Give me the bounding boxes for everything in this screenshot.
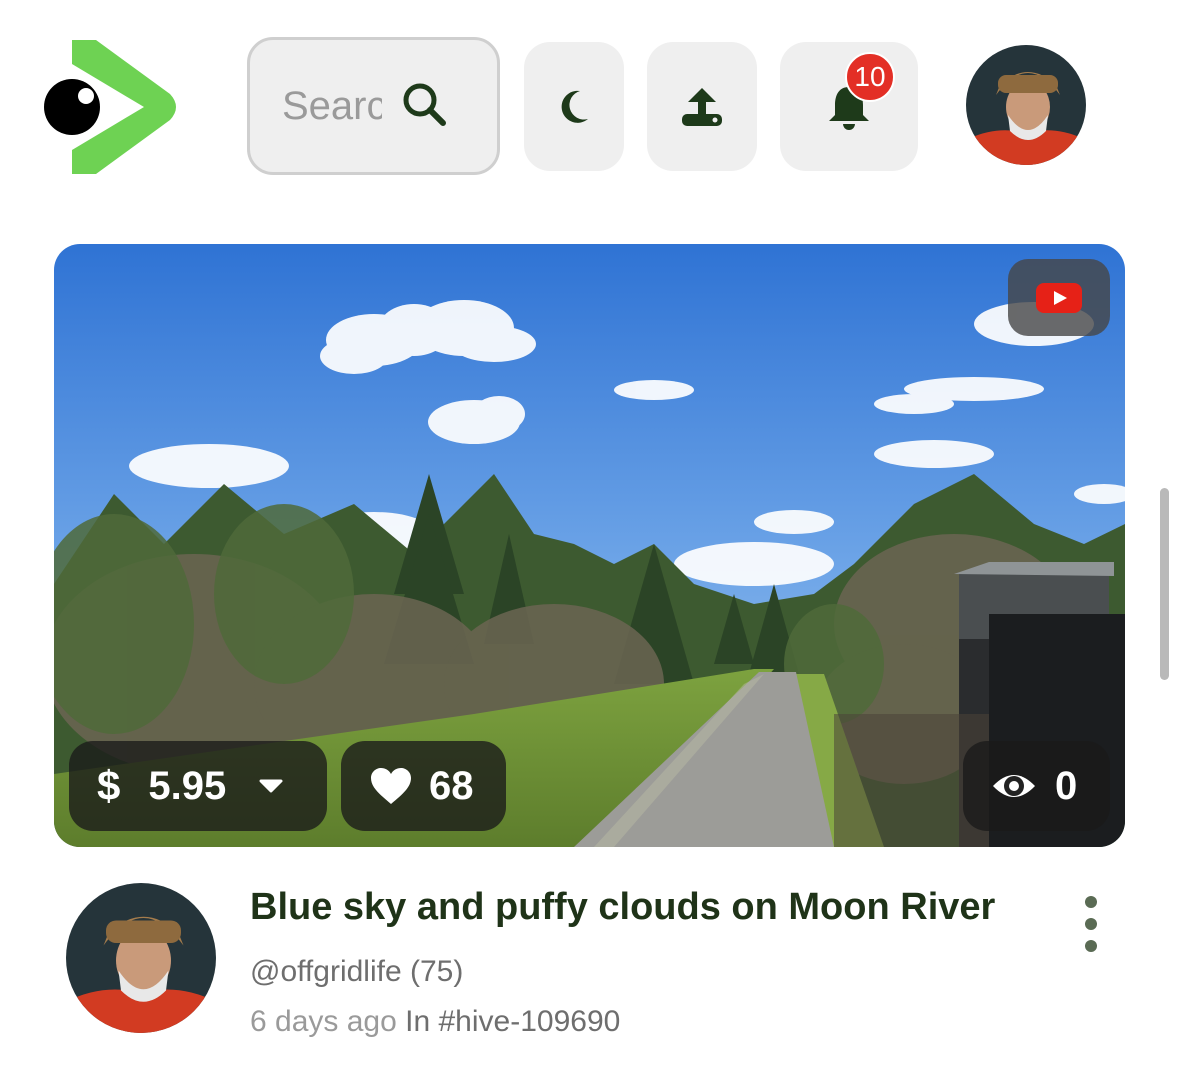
scrollbar[interactable]	[1160, 488, 1169, 680]
author-reputation: (75)	[409, 955, 464, 988]
more-vertical-icon	[1085, 896, 1097, 908]
upload-icon	[682, 87, 722, 126]
views-pill: 0	[963, 741, 1110, 831]
payout-currency: $	[97, 762, 121, 809]
youtube-source-badge[interactable]	[1008, 259, 1110, 336]
post-meta: 6 days ago In #hive-109690	[250, 1005, 620, 1039]
in-label: In	[405, 1005, 431, 1038]
theme-toggle-button[interactable]	[524, 42, 624, 171]
search-box[interactable]	[247, 37, 500, 175]
search-input[interactable]	[282, 83, 382, 129]
upload-button[interactable]	[647, 42, 757, 171]
author-username[interactable]: @offgridlife	[250, 955, 402, 988]
logo-icon[interactable]	[40, 38, 180, 176]
author-line: @offgridlife (75)	[250, 955, 463, 989]
video-title[interactable]: Blue sky and puffy clouds on Moon River	[250, 886, 995, 929]
moon-icon	[561, 90, 588, 123]
author-avatar[interactable]	[66, 883, 216, 1033]
caret-down-icon[interactable]	[258, 778, 284, 794]
youtube-icon	[1036, 282, 1082, 313]
payout-value: 5.95	[148, 763, 227, 808]
more-options-button[interactable]	[1080, 896, 1102, 952]
likes-pill[interactable]: 68	[341, 741, 506, 831]
user-avatar[interactable]	[966, 45, 1086, 165]
search-icon[interactable]	[400, 80, 450, 130]
video-thumbnail[interactable]: $ 5.95 68 0	[54, 244, 1125, 847]
community-tag[interactable]: #hive-109690	[439, 1005, 621, 1038]
likes-count: 68	[429, 763, 474, 808]
payout-pill[interactable]: $ 5.95	[69, 741, 327, 831]
post-age: 6 days ago	[250, 1005, 397, 1038]
notification-count-badge: 10	[845, 52, 895, 102]
views-count: 0	[1055, 763, 1078, 808]
heart-icon	[371, 768, 411, 804]
page: 10	[0, 0, 1179, 1088]
eye-icon	[993, 775, 1035, 797]
